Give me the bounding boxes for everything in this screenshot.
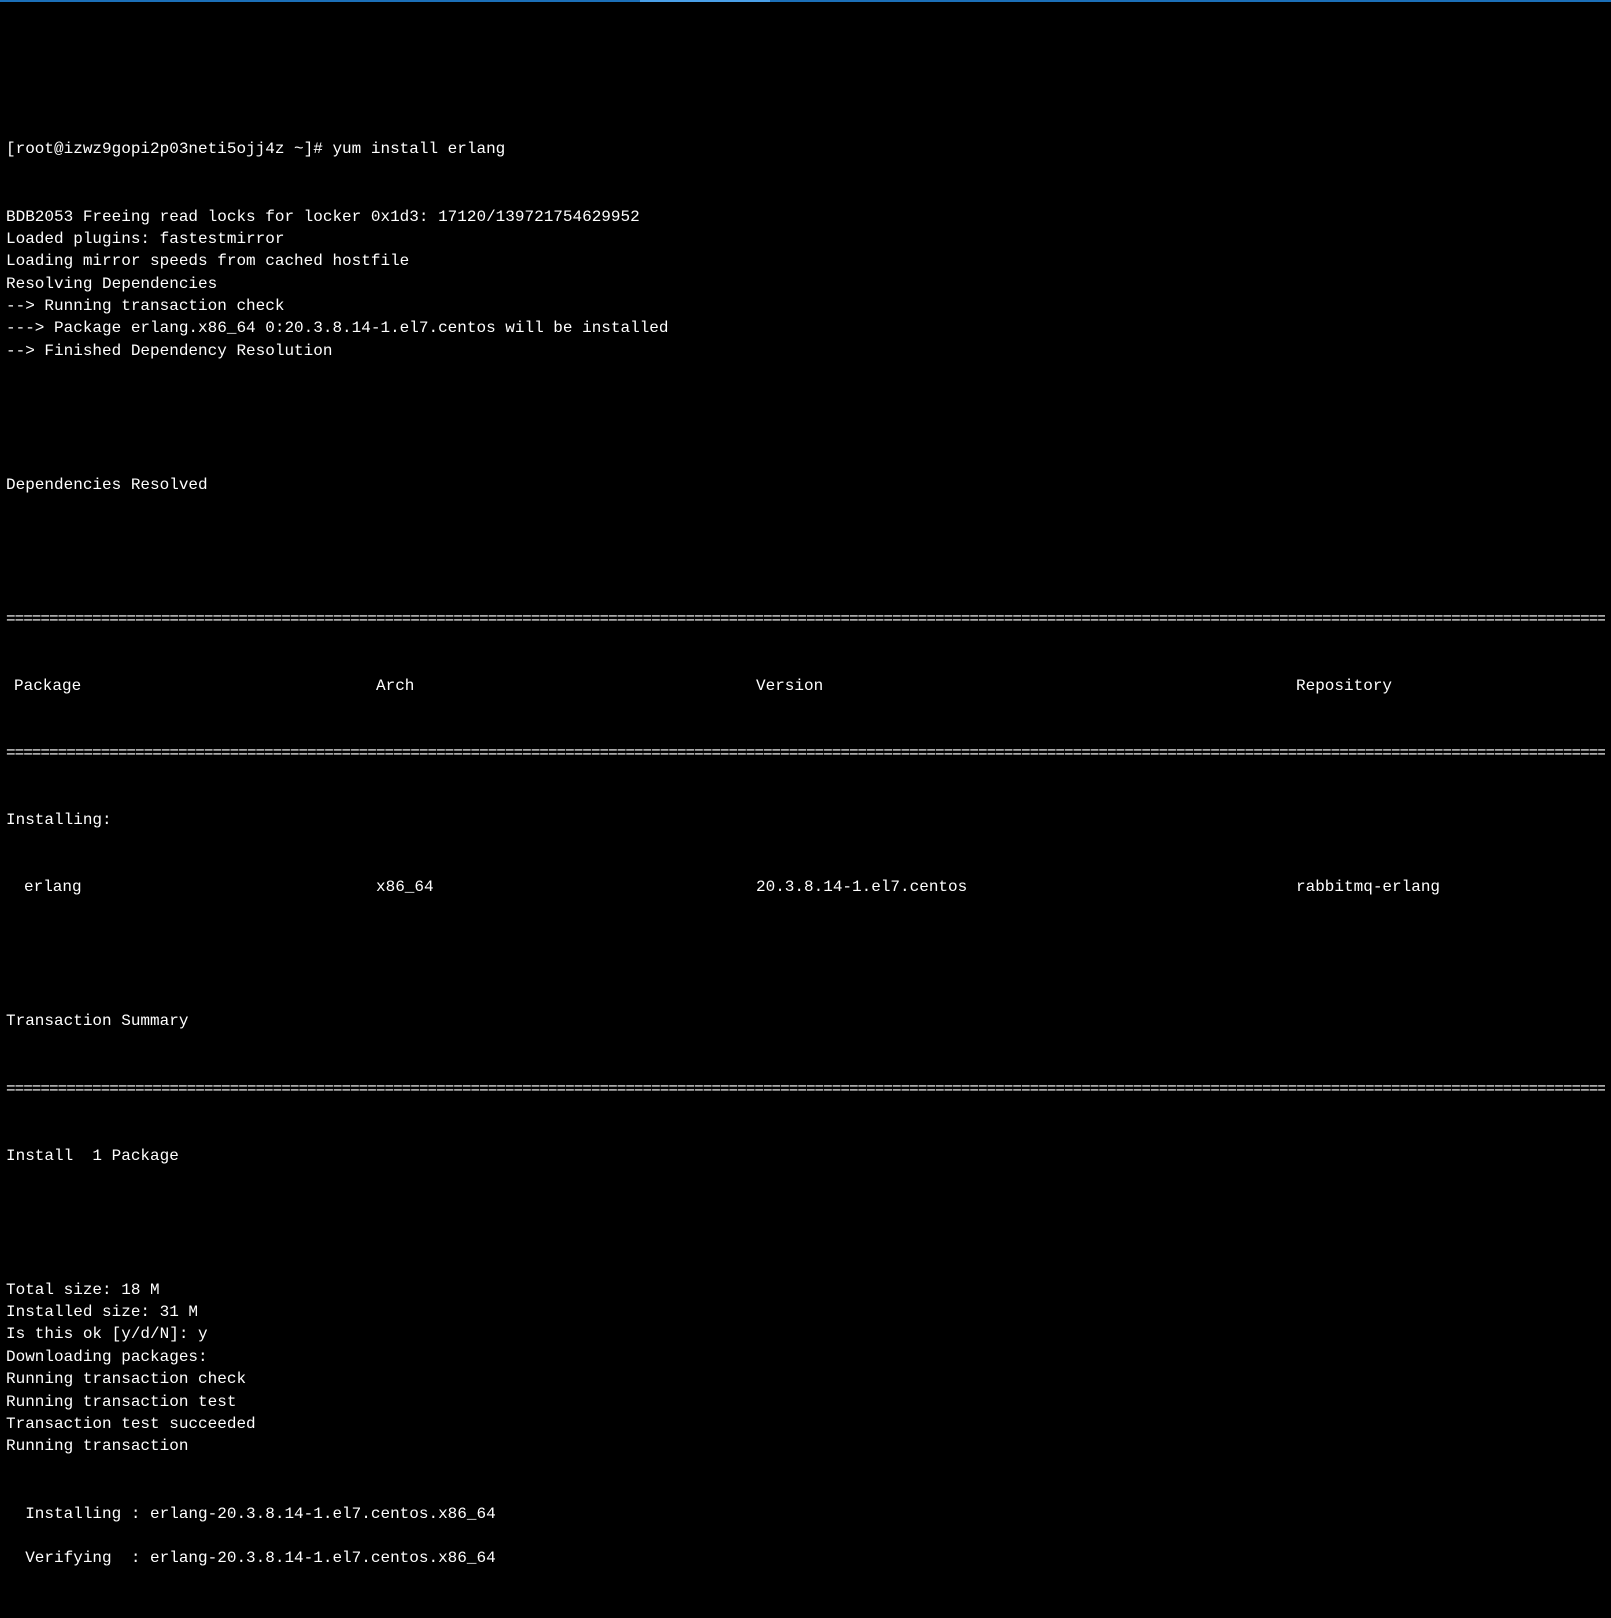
table-header-row: Package Arch Version Repository bbox=[6, 675, 1605, 697]
transaction-summary-label: Transaction Summary bbox=[6, 1010, 1605, 1032]
horizontal-rule: ========================================… bbox=[6, 1078, 1605, 1100]
blank-line bbox=[6, 1615, 1605, 1618]
output-line: Loaded plugins: fastestmirror bbox=[6, 228, 1605, 250]
package-name-cell: erlang bbox=[6, 876, 376, 898]
output-line: Running transaction check bbox=[6, 1368, 1605, 1390]
output-line: Downloading packages: bbox=[6, 1346, 1605, 1368]
pre-output-block: BDB2053 Freeing read locks for locker 0x… bbox=[6, 206, 1605, 363]
header-version: Version bbox=[756, 675, 1296, 697]
horizontal-rule: ========================================… bbox=[6, 608, 1605, 630]
shell-prompt: [root@izwz9gopi2p03neti5ojj4z ~]# bbox=[6, 138, 332, 160]
output-line: Transaction test succeeded bbox=[6, 1413, 1605, 1435]
window-top-border bbox=[0, 0, 1611, 2]
header-arch: Arch bbox=[376, 675, 756, 697]
package-row: erlang x86_64 20.3.8.14-1.el7.centos rab… bbox=[6, 876, 1605, 898]
output-line: Running transaction test bbox=[6, 1391, 1605, 1413]
verifying-progress-line: Verifying : erlang-20.3.8.14-1.el7.cento… bbox=[6, 1547, 1605, 1569]
header-repository: Repository bbox=[1296, 675, 1605, 697]
package-arch-cell: x86_64 bbox=[376, 876, 756, 898]
output-line: Resolving Dependencies bbox=[6, 273, 1605, 295]
installing-section-label: Installing: bbox=[6, 809, 1605, 831]
blank-line bbox=[6, 1212, 1605, 1234]
output-line: BDB2053 Freeing read locks for locker 0x… bbox=[6, 206, 1605, 228]
package-version-cell: 20.3.8.14-1.el7.centos bbox=[756, 876, 1296, 898]
output-line: --> Finished Dependency Resolution bbox=[6, 340, 1605, 362]
output-line: Running transaction bbox=[6, 1435, 1605, 1457]
output-line: --> Running transaction check bbox=[6, 295, 1605, 317]
header-package: Package bbox=[6, 675, 376, 697]
shell-command[interactable]: yum install erlang bbox=[332, 138, 505, 160]
output-line: Total size: 18 M bbox=[6, 1279, 1605, 1301]
package-repo-cell: rabbitmq-erlang bbox=[1296, 876, 1605, 898]
blank-line bbox=[6, 541, 1605, 563]
blank-line bbox=[6, 407, 1605, 429]
installing-progress-line: Installing : erlang-20.3.8.14-1.el7.cent… bbox=[6, 1503, 1605, 1525]
dependencies-resolved-label: Dependencies Resolved bbox=[6, 474, 1605, 496]
horizontal-rule: ========================================… bbox=[6, 742, 1605, 764]
install-count-label: Install 1 Package bbox=[6, 1145, 1605, 1167]
output-line: ---> Package erlang.x86_64 0:20.3.8.14-1… bbox=[6, 317, 1605, 339]
command-prompt-line: [root@izwz9gopi2p03neti5ojj4z ~]# yum in… bbox=[6, 138, 1605, 160]
post-output-block: Total size: 18 MInstalled size: 31 MIs t… bbox=[6, 1279, 1605, 1458]
output-line: Is this ok [y/d/N]: y bbox=[6, 1323, 1605, 1345]
blank-line bbox=[6, 944, 1605, 966]
output-line: Installed size: 31 M bbox=[6, 1301, 1605, 1323]
output-line: Loading mirror speeds from cached hostfi… bbox=[6, 250, 1605, 272]
